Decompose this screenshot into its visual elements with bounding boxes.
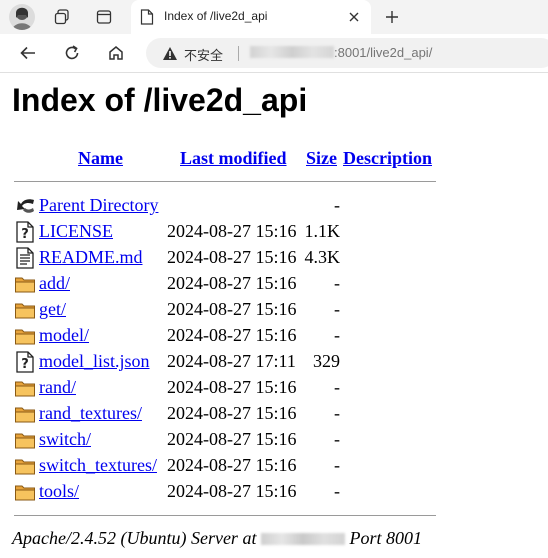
- last-modified: 2024-08-27 15:16: [167, 221, 297, 241]
- last-modified: 2024-08-27 15:16: [167, 455, 297, 475]
- sort-by-name-link[interactable]: Name: [78, 148, 123, 169]
- workspaces-icon[interactable]: [50, 5, 74, 29]
- address-bar: 不安全 :8001/live2d_api/: [0, 34, 548, 73]
- list-item: get/2024-08-27 15:16 -: [0, 297, 548, 323]
- file-size: 1.1K: [304, 221, 341, 241]
- omnibox-divider: [238, 46, 239, 61]
- last-modified: 2024-08-27 15:16: [167, 481, 297, 501]
- last-modified: 2024-08-27 15:16: [167, 429, 297, 449]
- unknown-file-icon[interactable]: ?: [14, 221, 36, 243]
- list-item: rand/2024-08-27 15:16 -: [0, 375, 548, 401]
- file-size: -: [334, 195, 340, 215]
- file-link[interactable]: Parent Directory: [39, 195, 158, 216]
- page-icon: [140, 9, 154, 25]
- sort-by-description-link[interactable]: Description: [343, 148, 432, 169]
- file-size: -: [334, 403, 340, 423]
- file-link[interactable]: model/: [39, 325, 89, 346]
- sort-by-modified-link[interactable]: Last modified: [180, 148, 287, 169]
- folder-icon[interactable]: [14, 299, 36, 321]
- last-modified: 2024-08-27 15:16: [167, 299, 297, 319]
- header-divider: [14, 181, 436, 182]
- folder-icon[interactable]: [14, 273, 36, 295]
- server-signature-port: Port 8001: [349, 528, 422, 548]
- back-arrow-icon[interactable]: [16, 41, 40, 65]
- file-link[interactable]: model_list.json: [39, 351, 150, 372]
- file-size: -: [334, 273, 340, 293]
- list-item: rand_textures/2024-08-27 15:16 -: [0, 401, 548, 427]
- file-link[interactable]: get/: [39, 299, 66, 320]
- last-modified: 2024-08-27 17:11: [167, 351, 296, 371]
- back-icon[interactable]: [14, 195, 36, 217]
- file-link[interactable]: switch_textures/: [39, 455, 157, 476]
- file-size: 4.3K: [304, 247, 341, 267]
- svg-text:?: ?: [21, 357, 29, 372]
- warning-icon[interactable]: [162, 46, 178, 61]
- file-link[interactable]: switch/: [39, 429, 91, 450]
- list-item: switch/2024-08-27 15:16 -: [0, 427, 548, 453]
- list-item: README.md 2024-08-27 15:16 4.3K: [0, 245, 548, 271]
- refresh-icon[interactable]: [60, 41, 84, 65]
- file-size: -: [334, 325, 340, 345]
- sort-by-size-link[interactable]: Size: [306, 148, 337, 169]
- tab-title: Index of /live2d_api: [164, 9, 268, 23]
- file-size: -: [334, 377, 340, 397]
- list-item: Parent Directory -: [0, 193, 548, 219]
- file-link[interactable]: rand/: [39, 377, 76, 398]
- tab-actions-icon[interactable]: [92, 5, 116, 29]
- text-file-icon[interactable]: [14, 247, 36, 269]
- redacted-ip: [260, 533, 345, 545]
- file-link[interactable]: LICENSE: [39, 221, 113, 242]
- redacted-host: [250, 46, 334, 58]
- last-modified: 2024-08-27 15:16: [167, 247, 297, 267]
- last-modified: 2024-08-27 15:16: [167, 377, 297, 397]
- file-size: -: [334, 429, 340, 449]
- url-text: :8001/live2d_api/: [250, 45, 432, 60]
- file-size: -: [334, 299, 340, 319]
- folder-icon[interactable]: [14, 429, 36, 451]
- server-signature: Apache/2.4.52 (Ubuntu) Server at Port 80…: [12, 528, 422, 549]
- file-size: 329: [313, 351, 340, 371]
- profile-avatar[interactable]: [9, 4, 35, 30]
- folder-icon[interactable]: [14, 377, 36, 399]
- folder-icon[interactable]: [14, 481, 36, 503]
- last-modified: 2024-08-27 15:16: [167, 325, 297, 345]
- server-signature-prefix: Apache/2.4.52 (Ubuntu) Server at: [12, 528, 257, 548]
- url-path: :8001/live2d_api/: [334, 45, 433, 60]
- tab-strip: Index of /live2d_api: [0, 0, 548, 34]
- file-size: -: [334, 481, 340, 501]
- home-icon[interactable]: [104, 41, 128, 65]
- file-link[interactable]: tools/: [39, 481, 79, 502]
- folder-icon[interactable]: [14, 403, 36, 425]
- list-item: ? LICENSE 2024-08-27 15:16 1.1K: [0, 219, 548, 245]
- svg-text:?: ?: [21, 227, 29, 242]
- last-modified: 2024-08-27 15:16: [167, 273, 297, 293]
- new-tab-icon[interactable]: [380, 5, 404, 29]
- page-title: Index of /live2d_api: [12, 82, 308, 118]
- list-item: add/2024-08-27 15:16 -: [0, 271, 548, 297]
- list-item: switch_textures/2024-08-27 15:16 -: [0, 453, 548, 479]
- file-size: -: [334, 455, 340, 475]
- active-tab[interactable]: Index of /live2d_api: [131, 0, 371, 34]
- unknown-file-icon[interactable]: ?: [14, 351, 36, 373]
- file-link[interactable]: add/: [39, 273, 70, 294]
- list-item: tools/2024-08-27 15:16 -: [0, 479, 548, 505]
- list-item: model/2024-08-27 15:16 -: [0, 323, 548, 349]
- url-field[interactable]: 不安全 :8001/live2d_api/: [146, 38, 548, 68]
- footer-divider: [14, 515, 436, 516]
- list-item: ? model_list.json 2024-08-27 17:11 329: [0, 349, 548, 375]
- folder-icon[interactable]: [14, 325, 36, 347]
- not-secure-label[interactable]: 不安全: [184, 45, 223, 64]
- folder-icon[interactable]: [14, 455, 36, 477]
- close-tab-icon[interactable]: [347, 10, 361, 24]
- file-link[interactable]: README.md: [39, 247, 143, 268]
- last-modified: 2024-08-27 15:16: [167, 403, 297, 423]
- file-link[interactable]: rand_textures/: [39, 403, 142, 424]
